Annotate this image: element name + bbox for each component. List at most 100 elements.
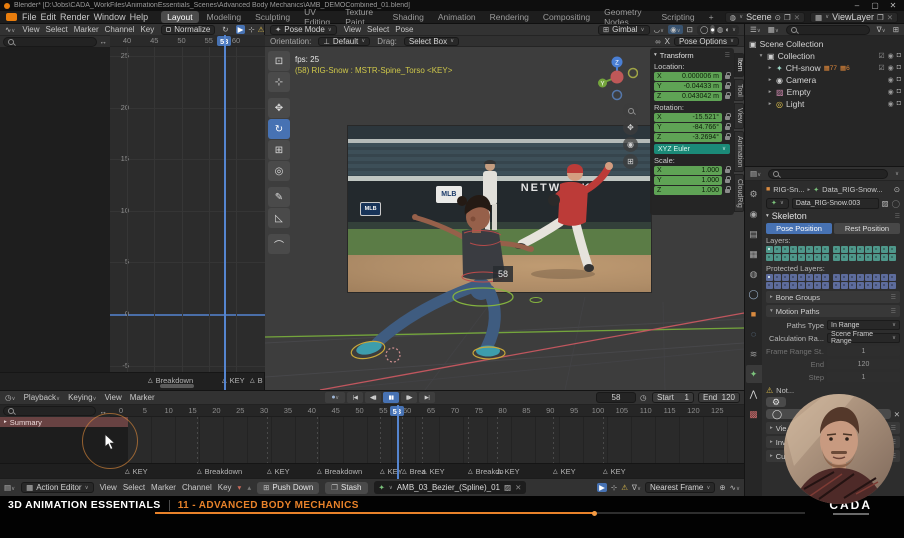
menubar-menu-help[interactable]: Help	[130, 12, 149, 22]
pose-options-dropdown[interactable]: Pose Options ∨	[673, 36, 739, 46]
outliner-type-icon[interactable]: ☰∨	[750, 25, 761, 34]
layer-toggle[interactable]	[889, 282, 896, 289]
menubar-menu-render[interactable]: Render	[60, 12, 90, 22]
layer-toggle[interactable]	[841, 254, 848, 261]
layer-toggle[interactable]	[798, 254, 805, 261]
number-field-step[interactable]: 1	[827, 372, 900, 382]
properties-tab-world[interactable]: ◯	[746, 285, 762, 303]
material-shading-icon[interactable]: ◍	[717, 25, 724, 34]
properties-tab-view-layer[interactable]: ▦	[746, 245, 762, 263]
lock-icon[interactable]	[725, 175, 731, 183]
layer-toggle[interactable]	[873, 246, 880, 253]
transform-field-x[interactable]: X 1.000	[654, 166, 722, 175]
action-datablock[interactable]: ✦ ∨ AMB_03_Bezier_(Spline)_01 ▨ ✕	[373, 481, 527, 494]
layer-toggle[interactable]	[822, 254, 829, 261]
pin-icon[interactable]: ⊙	[894, 185, 900, 194]
wireframe-shading-icon[interactable]: ◯	[700, 25, 708, 34]
properties-tab-output[interactable]: ▤	[746, 225, 762, 243]
timeline-marker[interactable]: △ KEY	[422, 467, 445, 476]
proportional-icon[interactable]: ⊕	[719, 483, 725, 492]
viewport-canvas[interactable]: NETWORK MLB MLB 58 fps: 25 (58) RIG-Snow…	[265, 47, 744, 390]
layer-toggle[interactable]	[841, 246, 848, 253]
layer-toggle[interactable]	[841, 282, 848, 289]
properties-tab-tool[interactable]: ⚙	[746, 185, 762, 203]
workspace-tab-compositing[interactable]: Compositing	[537, 11, 596, 23]
action-menu-marker[interactable]: Marker	[151, 483, 176, 492]
layer-toggle[interactable]	[873, 282, 880, 289]
graph-marker[interactable]: △ Breakdown	[148, 376, 193, 385]
viewport-menu-pose[interactable]: Pose	[395, 25, 413, 34]
layer-toggle[interactable]	[790, 274, 797, 281]
layer-toggle[interactable]	[790, 282, 797, 289]
graph-menu-marker[interactable]: Marker	[74, 25, 99, 34]
transform-field-x[interactable]: X 0.000006 m	[654, 72, 722, 81]
layer-toggle[interactable]	[841, 274, 848, 281]
tool-cursor[interactable]: ⊹	[268, 72, 290, 92]
tool-select-box[interactable]: ⊡	[268, 51, 290, 71]
layer-toggle[interactable]	[822, 274, 829, 281]
filter-icon[interactable]: ∇∨	[632, 483, 641, 492]
layer-toggle[interactable]	[806, 254, 813, 261]
breadcrumb-data[interactable]: Data_RIG-Snow...	[822, 185, 882, 194]
layer-toggle[interactable]	[857, 254, 864, 261]
new-viewlayer-icon[interactable]: ❐	[877, 13, 884, 22]
timeline-marker[interactable]: △ KEY	[497, 467, 520, 476]
layer-toggle[interactable]	[889, 274, 896, 281]
pan-icon[interactable]: ✥	[623, 120, 638, 135]
hide-viewport-icon[interactable]: ◉	[888, 52, 894, 60]
prev-key-button[interactable]: ◀▮	[365, 392, 381, 403]
action-menu-channel[interactable]: Channel	[182, 483, 212, 492]
dopesheet-mode-dropdown[interactable]: ▦ Action Editor ∨	[21, 482, 94, 493]
tool-transform[interactable]: ◎	[268, 161, 290, 181]
workspace-tab-scripting[interactable]: Scripting	[656, 11, 701, 23]
number-field-frame-range-st-[interactable]: 1	[827, 346, 900, 356]
layer-toggle[interactable]	[806, 246, 813, 253]
dopesheet-type-icon[interactable]: ▤∨	[4, 483, 15, 492]
properties-tab-constraints[interactable]: ≋	[746, 345, 762, 363]
filter-down-icon[interactable]: ▾	[238, 483, 242, 492]
layer-toggle[interactable]	[889, 246, 896, 253]
unlink-action-icon[interactable]: ✕	[515, 483, 521, 492]
camera-view-icon[interactable]: ◉	[623, 137, 638, 152]
dropdown-calculation-ra-[interactable]: Scene Frame Range ∨	[827, 331, 900, 345]
timeline-marker[interactable]: △ KEY	[603, 467, 626, 476]
layer-toggle[interactable]	[798, 274, 805, 281]
outliner-item-empty[interactable]: ▸ ▨ Empty ◉ ◘	[745, 86, 904, 98]
layer-toggle[interactable]	[814, 254, 821, 261]
layer-toggle[interactable]	[774, 282, 781, 289]
outliner-item-camera[interactable]: ▸ ◉ Camera ◉ ◘	[745, 74, 904, 86]
navigation-gizmo[interactable]: Z Y	[598, 55, 638, 101]
timeline-ruler[interactable]: 0 5 10 15 20 25 30 35 40 45 50 55 60 65 70 75 80 85 90 95 10…	[110, 405, 744, 417]
graph-menu-view[interactable]: View	[22, 25, 39, 34]
properties-tab-object-data[interactable]: ✦	[745, 365, 762, 383]
layer-toggle[interactable]	[814, 274, 821, 281]
push-down-button[interactable]: ⊞ Push Down	[257, 481, 320, 494]
close-button[interactable]: ✕	[886, 1, 900, 10]
layer-toggle[interactable]	[849, 254, 856, 261]
layer-toggle[interactable]	[865, 282, 872, 289]
timeline-menu-marker[interactable]: Marker	[130, 393, 155, 402]
filter-icon[interactable]: ∇∨	[877, 25, 886, 34]
action-menu-key[interactable]: Key	[218, 483, 232, 492]
display-mode-icon[interactable]: ▦∨	[768, 25, 779, 34]
blender-logo-icon[interactable]	[6, 13, 17, 21]
outliner-search-input[interactable]	[785, 24, 870, 35]
only-selected-icon[interactable]: ▶	[235, 25, 246, 34]
jump-end-button[interactable]: ▶|	[419, 392, 435, 403]
timeline-playhead[interactable]	[397, 405, 399, 479]
timeline-marker[interactable]: △ KEY	[380, 467, 403, 476]
outliner-item-collection[interactable]: ▾ ▣ Collection ☑ ◉ ◘	[745, 50, 904, 62]
pin-icon[interactable]: ⊙	[775, 13, 781, 22]
transform-field-y[interactable]: Y -0.04433 m	[654, 82, 722, 91]
dopesheet-search-input[interactable]	[3, 406, 96, 416]
layer-toggle[interactable]	[766, 254, 773, 261]
orientation-dropdown[interactable]: ⊥ Default ∨	[318, 36, 371, 46]
transform-field-y[interactable]: Y 1.000	[654, 176, 722, 185]
graph-ruler[interactable]: 404550556058	[110, 35, 265, 47]
timeline-menu-keying[interactable]: Keying∨	[68, 393, 97, 402]
lock-icon[interactable]	[725, 185, 731, 193]
solid-shading-icon[interactable]: ●	[710, 25, 715, 34]
jump-start-button[interactable]: |◀	[347, 392, 363, 403]
fake-user-icon[interactable]: ▨	[882, 199, 889, 208]
properties-type-icon[interactable]: ▤∨	[750, 169, 761, 178]
